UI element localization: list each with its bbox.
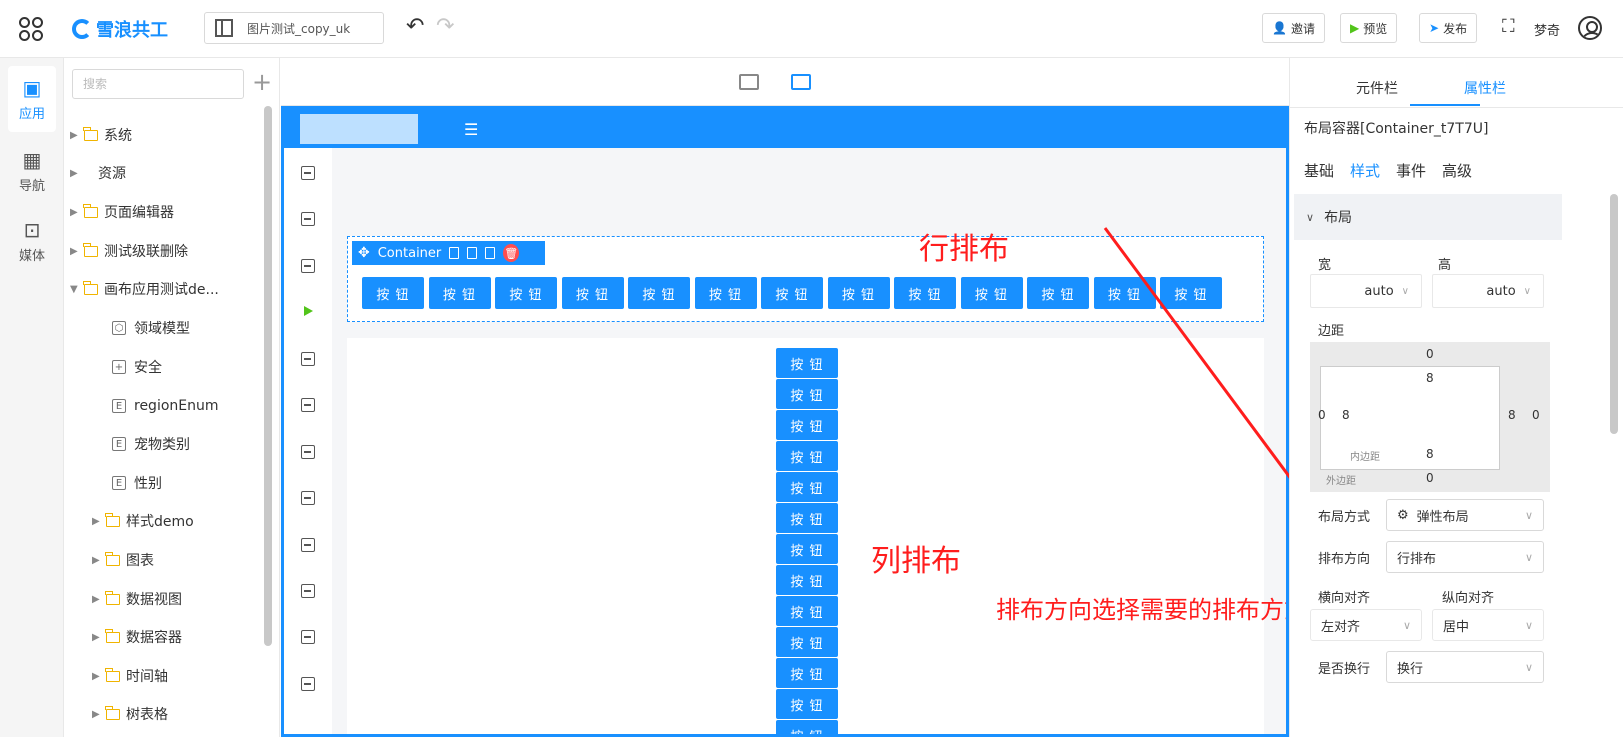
- v-align-label: 纵向对齐: [1442, 591, 1495, 606]
- padding-right-value[interactable]: 8: [1508, 408, 1516, 422]
- height-label: 高: [1438, 258, 1452, 273]
- chevron-down-icon: ∨: [1524, 618, 1533, 632]
- wrap-select[interactable]: 换行 ∨: [1386, 651, 1544, 683]
- active-tab-indicator: [1410, 104, 1480, 106]
- subtab-basic[interactable]: 基础: [1304, 160, 1334, 181]
- component-title: 布局容器[Container_t7T7U]: [1304, 121, 1489, 137]
- chevron-down-icon: ∨: [1401, 285, 1409, 297]
- margin-label: 边距: [1318, 324, 1345, 339]
- width-label: 宽: [1318, 258, 1332, 273]
- width-value: auto: [1364, 283, 1394, 299]
- padding-bottom-value[interactable]: 8: [1426, 447, 1434, 461]
- wrap-label: 是否换行: [1318, 662, 1371, 677]
- inspector-panel: 元件栏 属性栏 布局容器[Container_t7T7U] 基础 样式 事件 高…: [1289, 58, 1623, 737]
- chevron-down-icon: ∨: [1524, 550, 1533, 564]
- margin-bottom-value[interactable]: 0: [1426, 471, 1434, 485]
- width-field[interactable]: auto ∨: [1310, 274, 1422, 308]
- layout-mode-value: 弹性布局: [1416, 509, 1469, 525]
- inspector-scrollbar[interactable]: [1610, 194, 1618, 434]
- height-value: auto: [1486, 283, 1516, 299]
- section-title: 布局: [1324, 210, 1353, 226]
- chevron-down-icon: ∨: [1306, 210, 1315, 224]
- subtab-event[interactable]: 事件: [1396, 160, 1426, 181]
- direction-select[interactable]: 行排布 ∨: [1386, 541, 1544, 573]
- tab-component-bar[interactable]: 元件栏: [1356, 78, 1398, 98]
- tab-property-bar[interactable]: 属性栏: [1464, 78, 1506, 98]
- direction-value: 行排布: [1397, 551, 1437, 567]
- margin-right-value[interactable]: 0: [1532, 408, 1540, 422]
- padding-left-value[interactable]: 8: [1342, 408, 1350, 422]
- h-align-value: 左对齐: [1321, 619, 1361, 635]
- margin-left-value[interactable]: 0: [1318, 408, 1326, 422]
- h-align-select[interactable]: 左对齐 ∨: [1310, 609, 1422, 641]
- layout-mode-select[interactable]: ⚙ 弹性布局 ∨: [1386, 499, 1544, 531]
- layout-mode-label: 布局方式: [1318, 510, 1371, 525]
- subtab-advanced[interactable]: 高级: [1442, 160, 1472, 181]
- divider: [1290, 107, 1623, 108]
- wrap-value: 换行: [1397, 661, 1424, 677]
- direction-label: 排布方向: [1318, 552, 1371, 567]
- margin-caption: 外边距: [1326, 476, 1356, 487]
- chevron-down-icon: ∨: [1402, 618, 1411, 632]
- margin-top-value[interactable]: 0: [1426, 347, 1434, 361]
- chevron-down-icon: ∨: [1524, 508, 1533, 522]
- h-align-label: 横向对齐: [1318, 591, 1371, 606]
- subtab-style[interactable]: 样式: [1350, 160, 1380, 181]
- v-align-value: 居中: [1443, 619, 1470, 635]
- chevron-down-icon: ∨: [1524, 660, 1533, 674]
- flex-icon: ⚙: [1397, 507, 1409, 523]
- layout-section-header[interactable]: ∨ 布局: [1294, 194, 1562, 240]
- height-field[interactable]: auto ∨: [1432, 274, 1544, 308]
- v-align-select[interactable]: 居中 ∨: [1432, 609, 1544, 641]
- chevron-down-icon: ∨: [1523, 285, 1531, 297]
- padding-top-value[interactable]: 8: [1426, 371, 1434, 385]
- padding-caption: 内边距: [1350, 452, 1380, 463]
